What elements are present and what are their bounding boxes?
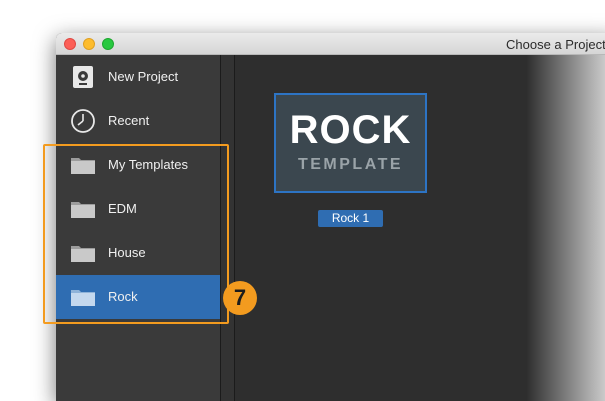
- template-thumbnail-title: ROCK: [289, 108, 412, 152]
- sidebar-item-label: New Project: [108, 69, 179, 84]
- callout-badge: 7: [223, 281, 257, 315]
- sidebar-item-recent[interactable]: Recent: [56, 99, 220, 143]
- close-window-button[interactable]: [64, 38, 76, 50]
- sidebar-item-new-project[interactable]: New Project: [56, 55, 220, 99]
- new-project-icon: [70, 64, 96, 90]
- edge-fade: [526, 55, 605, 401]
- template-thumbnail-subtitle: TEMPLATE: [297, 156, 404, 173]
- window-title: Choose a Project: [506, 37, 605, 52]
- zoom-window-button[interactable]: [102, 38, 114, 50]
- callout-highlight-box: [43, 144, 229, 324]
- title-bar: Choose a Project: [56, 33, 605, 55]
- sidebar-item-label: Recent: [108, 113, 150, 128]
- clock-icon: [70, 108, 96, 134]
- template-name-label[interactable]: Rock 1: [318, 210, 383, 227]
- minimize-window-button[interactable]: [83, 38, 95, 50]
- template-thumbnail[interactable]: ROCK TEMPLATE: [274, 93, 427, 193]
